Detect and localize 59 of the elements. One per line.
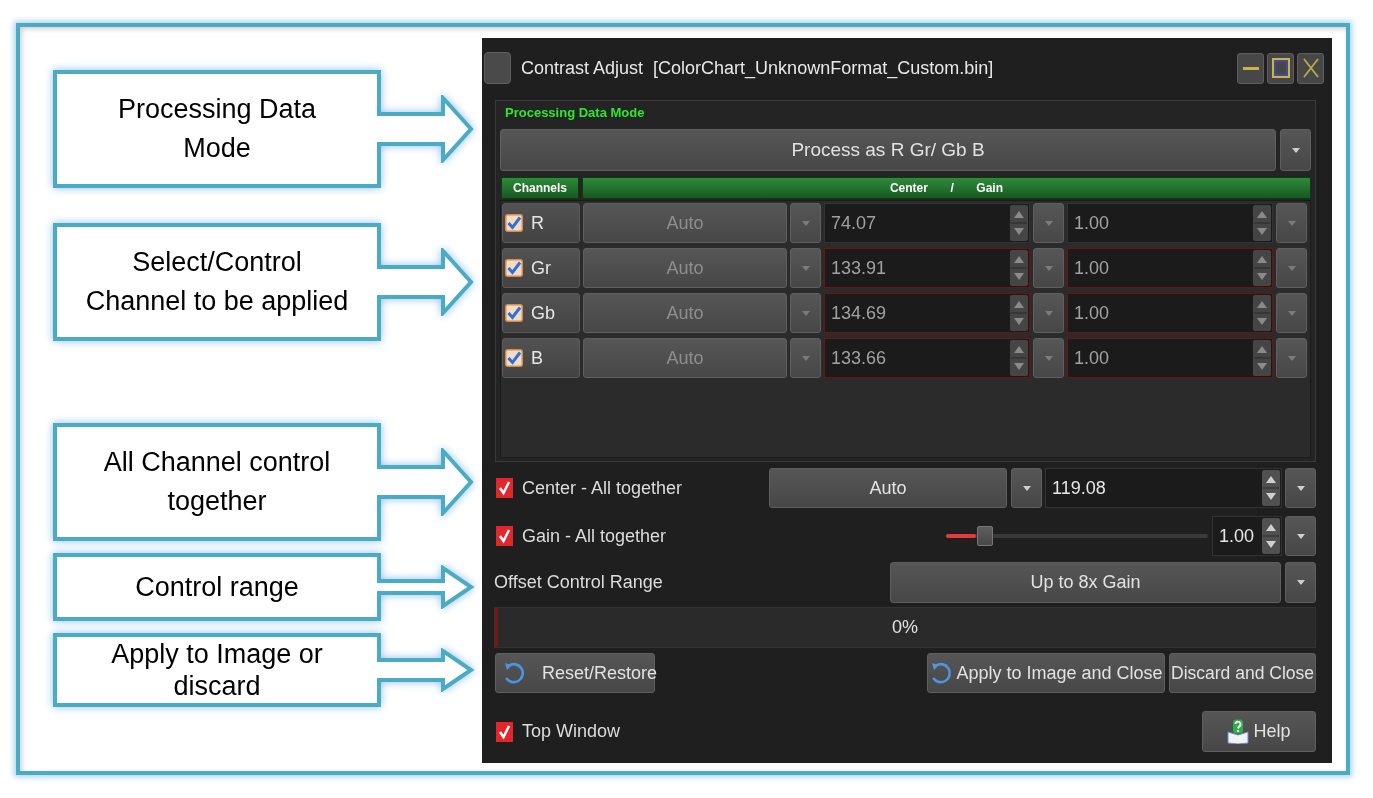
caret-down-icon — [1287, 355, 1296, 361]
checkbox[interactable] — [496, 721, 513, 742]
caret-down-icon — [1296, 580, 1305, 585]
group-label: Processing Data Mode — [505, 104, 645, 122]
caret-down-icon — [1287, 310, 1296, 316]
checkbox-label: Center - All together — [522, 477, 683, 499]
help-icon — [1227, 719, 1250, 744]
channel-name: B — [531, 347, 543, 369]
checkbox[interactable] — [496, 526, 513, 546]
circular-arrow-icon — [929, 661, 954, 685]
caret-down-icon — [1022, 485, 1031, 491]
caret-down-icon — [801, 310, 810, 316]
caret-down-icon — [801, 355, 810, 361]
callout: All Channel control together — [53, 423, 381, 541]
discard-button[interactable]: Discard and Close — [1169, 653, 1316, 693]
caret-down-icon — [1044, 355, 1053, 361]
caret-down-icon — [801, 220, 810, 226]
circular-arrow-icon — [502, 661, 526, 685]
checkbox[interactable] — [496, 478, 513, 498]
channel-name: R — [531, 212, 544, 234]
caret-down-icon — [801, 265, 810, 271]
minimize-button[interactable] — [1237, 52, 1264, 84]
caret-down-icon — [1296, 533, 1305, 539]
caret-down-icon — [1287, 220, 1296, 226]
caret-down-icon — [1044, 220, 1053, 226]
progress-text: 0% — [892, 617, 918, 638]
maximize-button[interactable] — [1267, 52, 1294, 84]
callout: Control range — [53, 553, 381, 621]
slider-thumb[interactable] — [977, 526, 994, 546]
caret-down-icon — [1296, 485, 1305, 491]
callout: Processing Data Mode — [53, 70, 381, 188]
maximize-icon — [1271, 58, 1290, 78]
range-label: Offset Control Range — [494, 571, 664, 594]
column-header: Channels — [501, 177, 579, 199]
apply-button[interactable]: Apply to Image and Close — [927, 653, 1165, 693]
channel-name: Gb — [531, 302, 555, 324]
close-icon — [1302, 58, 1319, 78]
help-button[interactable]: Help — [1202, 711, 1316, 752]
window-title: Contrast Adjust [ColorChart_UnknownFormat_Custom.bin] — [521, 57, 994, 79]
reset-button[interactable]: Reset/Restore — [495, 653, 655, 693]
caret-down-icon — [1291, 147, 1300, 153]
checkbox-label: Top Window — [522, 721, 621, 742]
range-dropdown[interactable]: Up to 8x Gain — [890, 562, 1281, 603]
close-button[interactable] — [1297, 52, 1324, 84]
spin-buttons[interactable] — [1262, 518, 1280, 554]
value-field[interactable]: 119.08 — [1045, 468, 1282, 508]
caret-down-icon — [1287, 265, 1296, 271]
spin-buttons[interactable] — [1262, 470, 1280, 506]
auto-button[interactable]: Auto — [769, 468, 1007, 508]
caret-down-icon — [1044, 310, 1053, 316]
value-field[interactable]: 1.00 — [1212, 516, 1282, 556]
mode-dropdown[interactable]: Process as R Gr/ Gb B — [500, 129, 1276, 171]
checkbox-label: Gain - All together — [522, 525, 667, 547]
callout: Apply to Image or discard — [53, 633, 381, 707]
minimize-icon — [1242, 66, 1259, 70]
callout: Select/Control Channel to be applied — [53, 223, 381, 341]
column-header: Center / Gain — [582, 177, 1311, 199]
caret-down-icon — [1044, 265, 1053, 271]
channel-name: Gr — [531, 257, 551, 279]
